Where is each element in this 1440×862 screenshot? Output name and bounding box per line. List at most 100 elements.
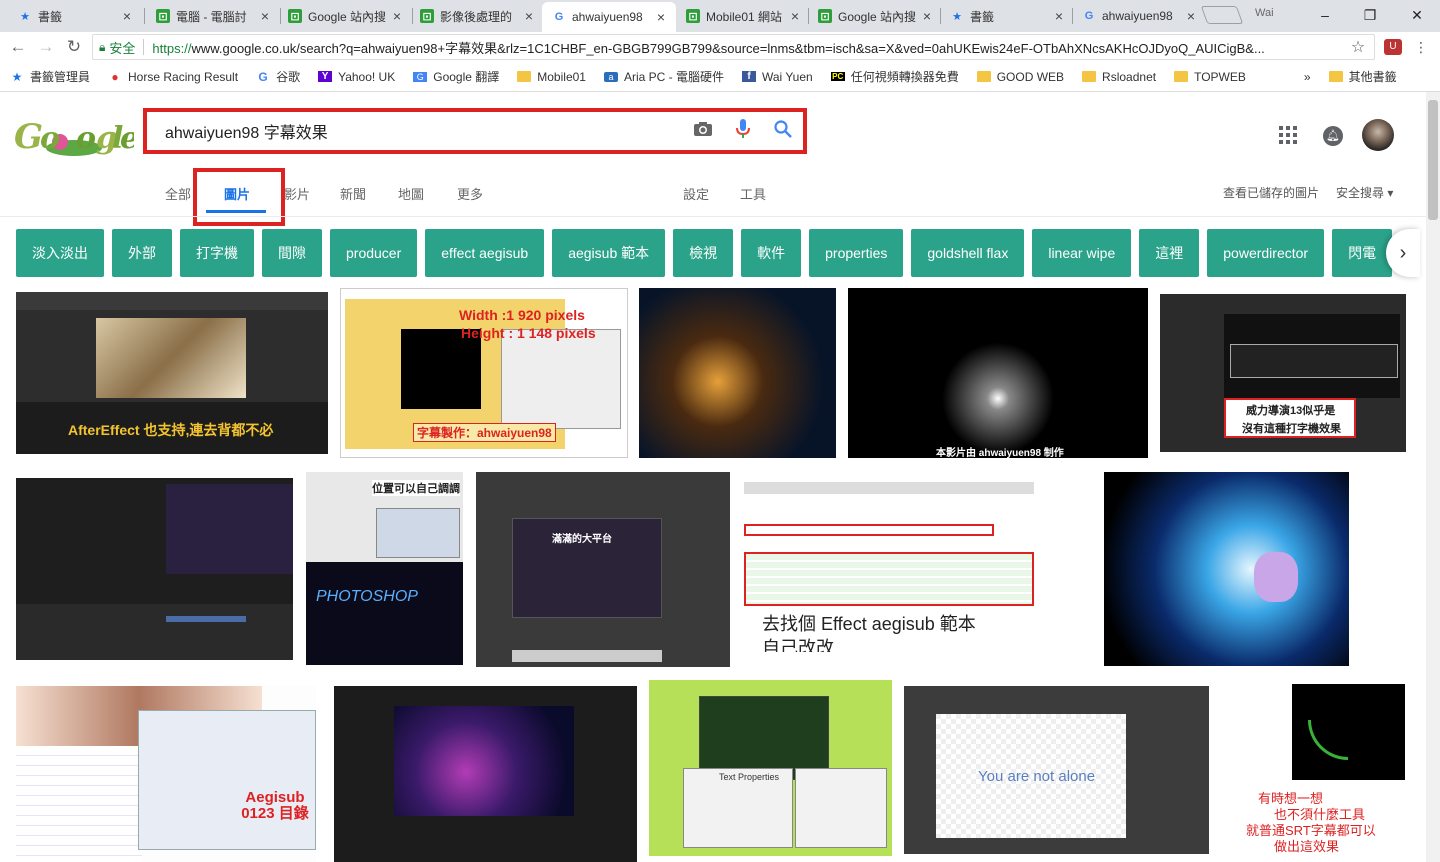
tab-mobile01-site[interactable]: ⊡ Mobile01 網站 × [676, 2, 810, 30]
microphone-icon[interactable] [723, 118, 763, 144]
close-window-icon[interactable]: ✕ [1402, 4, 1432, 26]
bookmark-wai-yuen[interactable]: f Wai Yuen [741, 70, 813, 84]
search-icon[interactable] [763, 119, 803, 143]
apps-grid-icon[interactable] [1279, 126, 1297, 144]
chip[interactable]: effect aegisub [425, 229, 545, 277]
bookmarks-overflow[interactable]: » [1304, 70, 1311, 84]
extension-icon[interactable]: U [1384, 39, 1402, 55]
tab-all[interactable]: 全部 [165, 184, 191, 203]
close-icon[interactable]: × [258, 8, 272, 24]
bookmark-video-converter[interactable]: PC 任何視頻轉換器免費 [830, 68, 959, 85]
image-result[interactable] [334, 686, 637, 862]
image-result[interactable]: Aegisub 0123 目錄 [16, 686, 316, 862]
close-icon[interactable]: × [788, 8, 802, 24]
images-tab-highlight [193, 168, 285, 226]
image-result[interactable] [16, 478, 293, 660]
tab-mobile01-computer[interactable]: ⊡ 電腦 - 電腦討 × [146, 2, 280, 30]
image-result[interactable]: Text Properties [649, 680, 892, 856]
svg-text:o: o [76, 121, 96, 156]
tab-bookmarks-2[interactable]: ★ 書籤 × [940, 2, 1074, 30]
bookmark-google-translate[interactable]: G Google 翻譯 [413, 68, 499, 85]
close-icon[interactable]: × [120, 8, 134, 24]
chip[interactable]: 這裡 [1139, 229, 1200, 277]
profile-name[interactable]: Wai [1255, 7, 1274, 19]
bookmark-topweb[interactable]: TOPWEB [1174, 70, 1246, 84]
new-tab-button[interactable] [1200, 6, 1244, 24]
chip[interactable]: 檢視 [673, 229, 734, 277]
reload-icon[interactable]: ↻ [64, 37, 84, 57]
image-result[interactable] [1104, 472, 1349, 666]
close-icon[interactable]: × [1052, 8, 1066, 24]
image-result[interactable]: 去找個 Effect aegisub 範本 自己改改.. [744, 482, 1034, 652]
mobile01-icon: ⊡ [156, 9, 170, 23]
bookmark-aria-pc[interactable]: a Aria PC - 電腦硬件 [603, 68, 724, 85]
bookmark-rsloadnet[interactable]: Rsloadnet [1082, 70, 1156, 84]
close-icon[interactable]: × [920, 8, 934, 24]
image-result[interactable]: Width :1 920 pixels Height : 1 148 pixel… [340, 288, 628, 458]
camera-icon[interactable] [683, 121, 723, 142]
back-icon[interactable]: ← [8, 37, 28, 57]
tab-title: 影像後處理的 [440, 9, 513, 24]
tab-news[interactable]: 新聞 [340, 184, 366, 203]
image-result[interactable]: AfterEffect 也支持,連去背都不必 [16, 292, 328, 454]
bookmark-good-web[interactable]: GOOD WEB [976, 70, 1064, 84]
image-result[interactable]: 本影片由 ahwaiyuen98 制作 [848, 288, 1148, 458]
tab-ahwaiyuen98-2[interactable]: Gahwaiyuen98 × [1072, 2, 1206, 30]
tab-bookmarks-1[interactable]: ★ 書籤 × [8, 2, 142, 30]
close-icon[interactable]: × [390, 8, 404, 24]
chip[interactable]: 打字機 [180, 229, 254, 277]
address-bar[interactable]: 🔒︎ 安全 https://www.google.co.uk/search?q=… [92, 34, 1375, 60]
url-text[interactable]: https://www.google.co.uk/search?q=ahwaiy… [152, 38, 1348, 57]
chip[interactable]: linear wipe [1032, 229, 1132, 277]
image-result[interactable]: 位置可以自己調調 PHOTOSHOP [306, 472, 463, 665]
chip[interactable]: 軟件 [741, 229, 802, 277]
chip[interactable]: 閃電 [1332, 229, 1393, 277]
close-icon[interactable]: × [1184, 8, 1198, 24]
image-result[interactable]: 有時想一想 也不須什麼工具 就普通SRT字幕都可以 做出這效果 [1222, 684, 1405, 862]
google-logo[interactable]: G o o g l e [14, 112, 139, 158]
menu-icon[interactable]: ⋮ [1414, 39, 1428, 56]
chip[interactable]: 間隙 [262, 229, 322, 277]
image-result[interactable]: 威力導演13似乎是 沒有這種打字機效果 [1160, 294, 1406, 452]
tab-settings[interactable]: 設定 [683, 184, 709, 203]
bookmark-horse-racing[interactable]: ● Horse Racing Result [108, 70, 238, 84]
tab-google-site-search-1[interactable]: ⊡ Google 站內搜 × [278, 2, 412, 30]
chip[interactable]: 淡入淡出 [16, 229, 104, 277]
saved-images-link[interactable]: 查看已儲存的圖片 [1223, 184, 1319, 201]
tab-videos[interactable]: 影片 [284, 184, 310, 203]
bookmark-google[interactable]: G 谷歌 [256, 68, 300, 85]
search-box[interactable]: ahwaiyuen98 字幕效果 [143, 108, 807, 154]
tab-tools[interactable]: 工具 [740, 184, 766, 203]
image-result[interactable] [639, 288, 836, 458]
tab-google-site-search-2[interactable]: ⊡ Google 站內搜 × [808, 2, 942, 30]
close-icon[interactable]: × [522, 8, 536, 24]
bookmark-manager[interactable]: ★ 書籤管理員 [10, 68, 90, 85]
tab-ahwaiyuen98-active[interactable]: Gahwaiyuen98 × [542, 2, 676, 32]
close-icon[interactable]: × [654, 9, 668, 25]
chip[interactable]: 外部 [112, 229, 172, 277]
image-result[interactable]: 滿滿的大平台 [476, 472, 730, 667]
mobile01-icon: ⊡ [420, 9, 434, 23]
minimize-icon[interactable]: – [1310, 4, 1340, 26]
tab-image-postprocessing[interactable]: ⊡ 影像後處理的 × [410, 2, 544, 30]
tab-maps[interactable]: 地圖 [398, 184, 424, 203]
chip[interactable]: producer [330, 229, 418, 277]
chip[interactable]: properties [809, 229, 904, 277]
chip[interactable]: goldshell flax [911, 229, 1025, 277]
restore-icon[interactable]: ❐ [1355, 4, 1385, 26]
image-result[interactable]: You are not alone [904, 686, 1209, 854]
avatar[interactable] [1362, 119, 1394, 151]
bookmark-star-icon[interactable]: ☆ [1348, 37, 1368, 57]
scrollbar-thumb[interactable] [1428, 100, 1438, 220]
search-input[interactable]: ahwaiyuen98 字幕效果 [165, 119, 683, 143]
bookmark-other[interactable]: 其他書籤 [1328, 68, 1397, 85]
safesearch-menu[interactable]: 安全搜尋 ▾ [1336, 184, 1393, 201]
tab-more[interactable]: 更多 [457, 184, 483, 203]
chip[interactable]: powerdirector [1207, 229, 1325, 277]
forward-icon[interactable]: → [36, 37, 56, 57]
bookmark-yahoo[interactable]: Y Yahoo! UK [318, 70, 395, 84]
tab-title: ahwaiyuen98 [572, 10, 643, 24]
chip[interactable]: aegisub 範本 [552, 229, 666, 277]
bookmark-mobile01[interactable]: Mobile01 [517, 70, 586, 84]
notifications-icon[interactable]: 🔔︎ [1323, 126, 1343, 146]
